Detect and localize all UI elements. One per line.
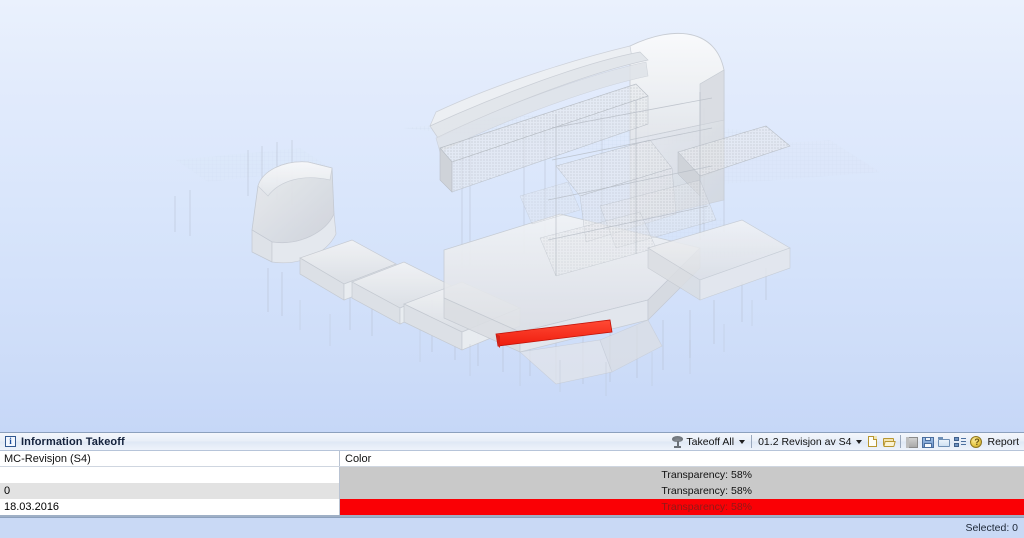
cell-name	[0, 467, 340, 483]
cell-color: Transparency: 58%	[340, 499, 1024, 515]
transparency-label: Transparency: 58%	[661, 485, 752, 497]
selected-count-label: Selected: 0	[965, 522, 1018, 534]
cell-name: 18.03.2016	[0, 499, 340, 515]
information-icon: i	[5, 436, 16, 447]
panel-header-left: i Information Takeoff	[0, 436, 125, 448]
open-folder-icon[interactable]	[882, 435, 897, 449]
takeoff-all-label: Takeoff All	[686, 435, 735, 448]
toolbar-separator	[751, 435, 753, 448]
panel-title: Information Takeoff	[21, 435, 125, 448]
status-bar: Selected: 0	[0, 518, 1024, 538]
properties-list-icon[interactable]	[953, 435, 967, 449]
revision-label: 01.2 Revisjon av S4	[758, 435, 852, 448]
table-row[interactable]: 18.03.2016 Transparency: 58%	[0, 499, 1024, 515]
panel-header: i Information Takeoff Takeoff All 01.2 R…	[0, 433, 1024, 451]
model-left-wing	[251, 161, 337, 264]
model-canvas[interactable]	[0, 0, 1024, 432]
slab-icon[interactable]	[905, 435, 919, 449]
column-header-name[interactable]: MC-Revisjon (S4)	[0, 451, 340, 466]
application-window: i Information Takeoff Takeoff All 01.2 R…	[0, 0, 1024, 538]
cell-color: Transparency: 58%	[340, 483, 1024, 499]
save-icon[interactable]	[921, 435, 935, 449]
3d-model-viewport[interactable]	[0, 0, 1024, 432]
panel-toolbar: Takeoff All 01.2 Revisjon av S4 ? Report	[668, 433, 1024, 451]
table-row[interactable]: 0 Transparency: 58%	[0, 483, 1024, 499]
table-row[interactable]: Transparency: 58%	[0, 467, 1024, 483]
transparency-label: Transparency: 58%	[661, 469, 752, 481]
cell-name: 0	[0, 483, 340, 499]
report-button[interactable]: Report	[984, 434, 1022, 450]
takeoff-icon	[672, 435, 684, 448]
revision-dropdown[interactable]: 01.2 Revisjon av S4	[755, 434, 865, 450]
information-takeoff-panel: i Information Takeoff Takeoff All 01.2 R…	[0, 432, 1024, 518]
transparency-label: Transparency: 58%	[661, 501, 752, 513]
cell-color: Transparency: 58%	[340, 467, 1024, 483]
report-label: Report	[987, 435, 1019, 448]
chevron-down-icon	[856, 439, 863, 444]
takeoff-all-dropdown[interactable]: Takeoff All	[668, 434, 748, 450]
report-seal-icon[interactable]: ?	[969, 435, 983, 449]
grid-header-row: MC-Revisjon (S4) Color	[0, 451, 1024, 467]
chevron-down-icon	[739, 439, 746, 444]
new-document-icon[interactable]	[866, 435, 880, 449]
grid-bottom-border	[0, 515, 1024, 517]
column-header-color[interactable]: Color	[340, 451, 1024, 466]
toolbar-separator	[900, 435, 902, 448]
folder-icon[interactable]	[937, 435, 951, 449]
takeoff-grid[interactable]: MC-Revisjon (S4) Color Transparency: 58%…	[0, 451, 1024, 518]
